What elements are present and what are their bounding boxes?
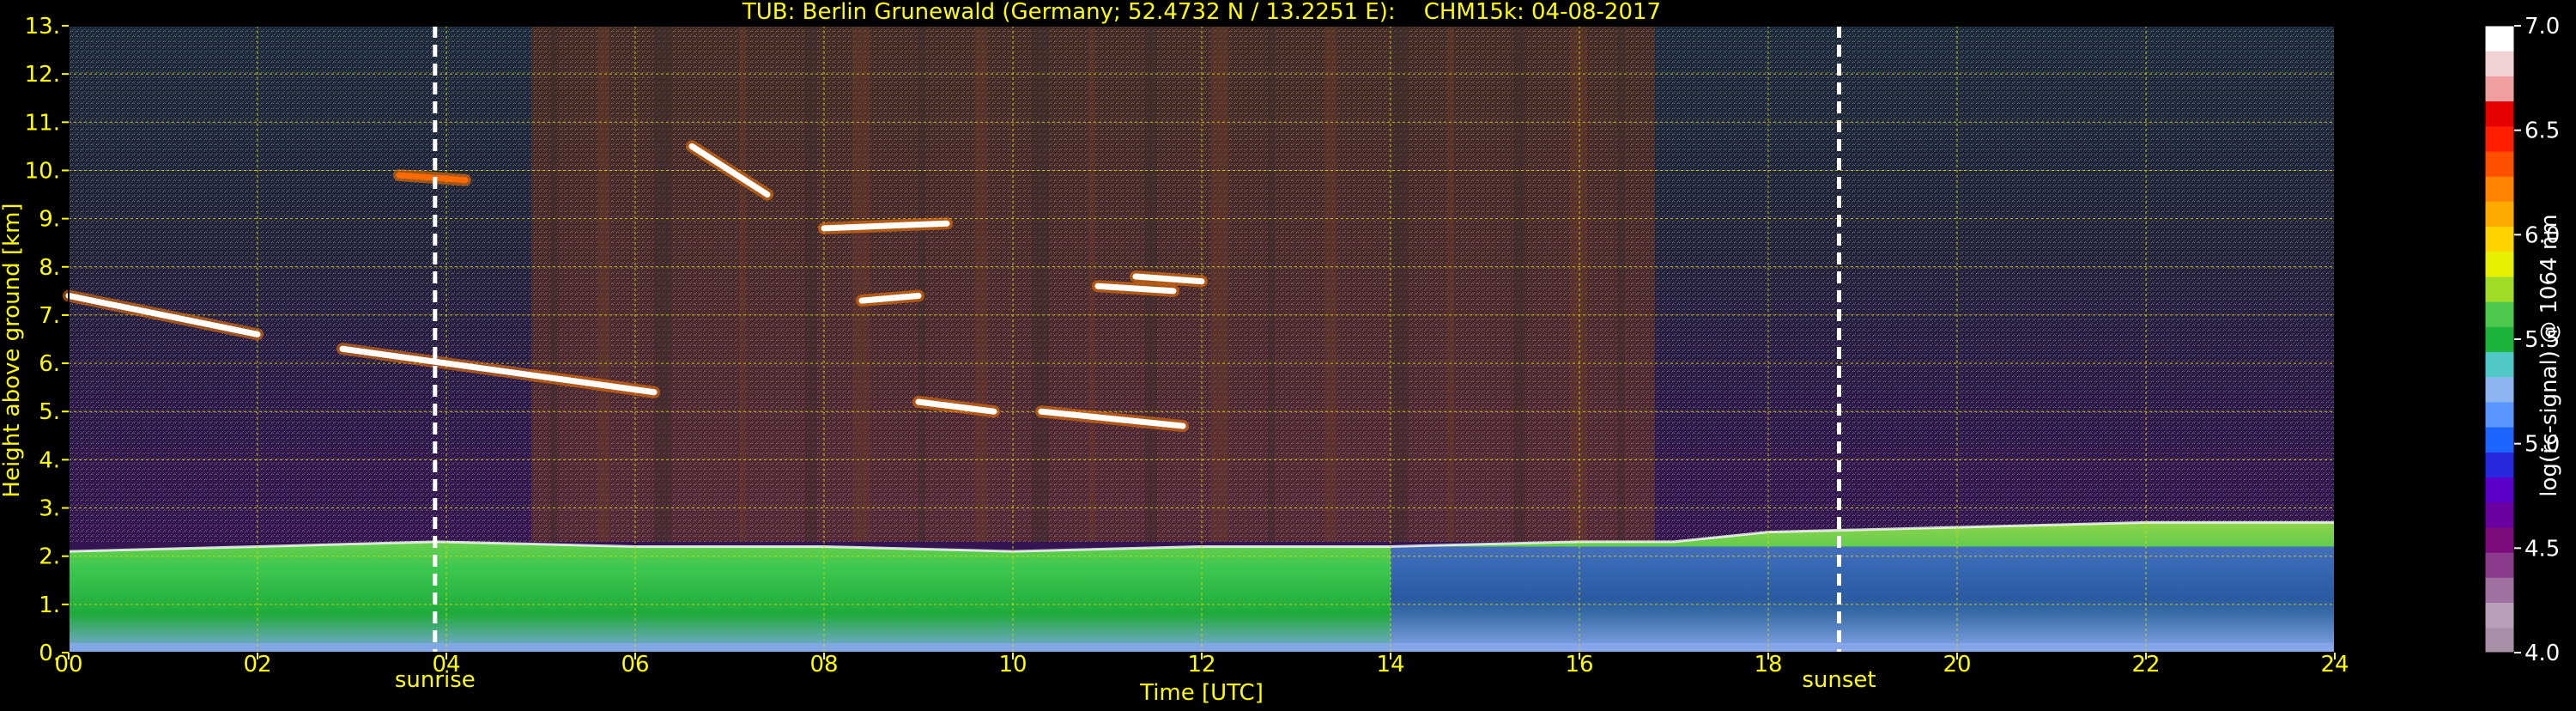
y-tick-label: 1. bbox=[39, 592, 60, 618]
colorbar-segment bbox=[2485, 452, 2514, 478]
colorbar-segment bbox=[2485, 326, 2514, 353]
y-tick-label: 10. bbox=[25, 158, 60, 184]
y-tick-label: 5. bbox=[39, 399, 60, 425]
colorbar-segment bbox=[2485, 552, 2514, 578]
noise-streak bbox=[805, 26, 817, 542]
colorbar-segment bbox=[2485, 201, 2514, 228]
noise-streak bbox=[1513, 26, 1525, 542]
x-tick-label: 18 bbox=[1754, 652, 1782, 678]
y-tick-label: 9. bbox=[39, 207, 60, 233]
y-axis-label: Height above ground [km] bbox=[0, 203, 25, 497]
colorbar-segment bbox=[2485, 402, 2514, 428]
y-tick-label: 6. bbox=[39, 351, 60, 377]
noise-streak bbox=[1617, 26, 1624, 542]
colorbar-segment bbox=[2485, 477, 2514, 503]
sunset-label: sunset bbox=[1802, 667, 1876, 693]
colorbar-segment bbox=[2485, 51, 2514, 76]
colorbar-segment bbox=[2485, 151, 2514, 177]
noise-streak bbox=[852, 26, 870, 542]
noise-streak bbox=[918, 26, 925, 542]
x-tick-label: 22 bbox=[2131, 652, 2160, 678]
y-tick-label: 7. bbox=[39, 303, 60, 329]
y-tick-label: 12. bbox=[25, 62, 60, 88]
colorbar-tick-label: 6.5 bbox=[2524, 118, 2560, 144]
colorbar-segment bbox=[2485, 301, 2514, 327]
colorbar-segment bbox=[2485, 527, 2514, 553]
y-tick-label: 2. bbox=[39, 544, 60, 570]
x-tick-label: 02 bbox=[243, 652, 271, 678]
x-tick-label: 12 bbox=[1187, 652, 1215, 678]
chart-svg: sunrise sunset 00 02 04 06 08 10 12 14 16 18 20 22 24… bbox=[0, 0, 2562, 706]
y-tick-label: 4. bbox=[39, 447, 60, 473]
colorbar-segment bbox=[2485, 100, 2514, 127]
noise-streak bbox=[597, 26, 609, 542]
boundary-layer-evening bbox=[1391, 546, 2335, 653]
noise-streak bbox=[654, 26, 671, 542]
y-tick-label: 0. bbox=[39, 641, 60, 666]
x-tick-label: 20 bbox=[1943, 652, 1971, 678]
colorbar-segment bbox=[2485, 26, 2514, 52]
chart-root: sunrise sunset 00 02 04 06 08 10 12 14 16 18 20 22 24… bbox=[0, 0, 2576, 708]
colorbar-tick-label: 4.5 bbox=[2524, 536, 2560, 562]
colorbar-tick-label: 4.0 bbox=[2524, 641, 2560, 666]
x-tick-label: 16 bbox=[1565, 652, 1593, 678]
colorbar-segment bbox=[2485, 351, 2514, 378]
x-axis-label: Time [UTC] bbox=[1139, 680, 1264, 706]
noise-streak bbox=[975, 26, 987, 542]
colorbar-tick-label: 7.0 bbox=[2524, 14, 2560, 40]
noise-streak bbox=[1324, 26, 1336, 542]
noise-streak bbox=[1570, 26, 1587, 542]
noise-streak bbox=[739, 26, 746, 542]
noise-streak bbox=[1268, 26, 1275, 542]
y-tick-label: 11. bbox=[25, 110, 60, 136]
colorbar-segment bbox=[2485, 76, 2514, 102]
colorbar-label: log(rc-signal) @ 1064 nm bbox=[2537, 214, 2562, 496]
colorbar-segment bbox=[2485, 125, 2514, 152]
x-tick-label: 14 bbox=[1376, 652, 1404, 678]
colorbar-segment bbox=[2485, 602, 2514, 629]
noise-streak bbox=[550, 26, 557, 542]
x-tick-label: 04 bbox=[432, 652, 460, 678]
colorbar-segment bbox=[2485, 276, 2514, 302]
x-tick-label: 08 bbox=[809, 652, 838, 678]
y-tick-label: 8. bbox=[39, 255, 60, 281]
colorbar-segment bbox=[2485, 176, 2514, 202]
x-tick-label: 10 bbox=[998, 652, 1027, 678]
colorbar-segment bbox=[2485, 627, 2514, 653]
noise-streak bbox=[1211, 26, 1228, 542]
colorbar-segment bbox=[2485, 577, 2514, 604]
x-tick-label: 24 bbox=[2320, 652, 2349, 678]
noise-streak bbox=[1391, 26, 1408, 542]
colorbar-segment bbox=[2485, 376, 2514, 403]
colorbar-segment bbox=[2485, 501, 2514, 528]
chart-title: TUB: Berlin Grunewald (Germany; 52.4732 … bbox=[742, 0, 1661, 25]
colorbar-segment bbox=[2485, 226, 2514, 252]
y-tick-label: 13. bbox=[25, 14, 60, 40]
x-tick-label: 06 bbox=[621, 652, 649, 678]
colorbar-segment bbox=[2485, 427, 2514, 453]
noise-streak bbox=[1447, 26, 1454, 542]
colorbar-segment bbox=[2485, 251, 2514, 277]
noise-streak bbox=[1032, 26, 1049, 542]
y-tick-label: 3. bbox=[39, 496, 60, 522]
